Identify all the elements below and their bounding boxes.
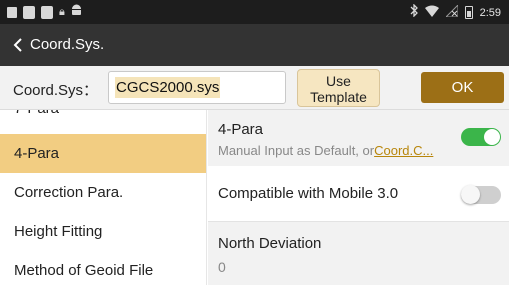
image-icon: [7, 6, 17, 18]
settings-panel: 4-Para Manual Input as Default, orCoord.…: [208, 110, 509, 285]
four-para-subtitle: Manual Input as Default, orCoord.C...: [218, 143, 433, 158]
use-template-button[interactable]: Use Template: [297, 69, 380, 107]
status-right-icons: 2:59: [410, 3, 501, 21]
lock-icon: 🔒︎: [59, 6, 65, 18]
ok-button[interactable]: OK: [421, 72, 504, 103]
compatible-mobile-toggle[interactable]: [461, 185, 501, 204]
use-template-label-line1: Use: [326, 73, 351, 89]
compatible-mobile-row: Compatible with Mobile 3.0: [208, 166, 509, 222]
north-deviation-row[interactable]: North Deviation 0: [208, 222, 509, 285]
north-deviation-title: North Deviation: [218, 235, 322, 252]
status-bar: 🔒︎ 2:59: [0, 0, 509, 24]
four-para-title: 4-Para: [218, 121, 264, 138]
four-para-subtitle-text: Manual Input as Default, or: [218, 143, 375, 158]
wifi-icon: [424, 5, 439, 21]
toggle-knob: [461, 185, 480, 204]
page-title: Coord.Sys.: [30, 36, 105, 53]
android-icon: [71, 4, 82, 20]
bluetooth-icon: [410, 3, 418, 21]
coord-calc-link[interactable]: Coord.C...: [374, 143, 433, 158]
coord-sys-field[interactable]: CGCS2000.sys: [108, 71, 286, 104]
status-left-icons: 🔒︎: [7, 4, 82, 20]
north-deviation-value: 0: [218, 259, 226, 275]
menu-item-height-fitting[interactable]: Height Fitting: [0, 212, 206, 251]
menu-item-4-para[interactable]: 4-Para: [0, 134, 206, 173]
menu-item-geoid-file[interactable]: Method of Geoid File: [0, 251, 206, 285]
use-template-label-line2: Template: [310, 89, 367, 105]
square-icon: [41, 5, 53, 19]
square-icon: [23, 5, 35, 19]
coord-sys-value: CGCS2000.sys: [115, 77, 221, 98]
menu-item-correction-para[interactable]: Correction Para.: [0, 173, 206, 212]
compatible-mobile-title: Compatible with Mobile 3.0: [218, 185, 399, 202]
app-toolbar: Coord.Sys.: [0, 24, 509, 66]
no-signal-icon: [444, 3, 459, 21]
toggle-knob: [484, 129, 500, 145]
menu-item-7-para[interactable]: 7-Para: [0, 110, 206, 122]
battery-icon: [464, 6, 473, 19]
side-menu[interactable]: 7-Para 4-Para Correction Para. Height Fi…: [0, 110, 207, 285]
four-para-row: 4-Para Manual Input as Default, orCoord.…: [208, 110, 509, 166]
chevron-left-icon[interactable]: [0, 24, 30, 66]
coord-sys-bar: Coord.Sys： CGCS2000.sys Use Template OK: [0, 66, 509, 110]
four-para-toggle[interactable]: [461, 128, 501, 146]
coord-sys-label: Coord.Sys：: [13, 82, 99, 99]
status-time: 2:59: [479, 6, 501, 19]
